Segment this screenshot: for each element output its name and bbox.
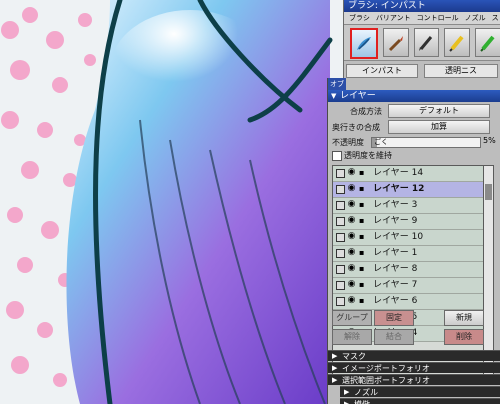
- menu-brush[interactable]: ブラシ: [349, 12, 370, 24]
- section-clone[interactable]: ▶模倣: [340, 398, 500, 404]
- ink-pen-icon[interactable]: [413, 28, 440, 57]
- expand-triangle-icon: ▶: [332, 376, 338, 384]
- layer-select-checkbox[interactable]: [336, 185, 345, 194]
- layer-select-checkbox[interactable]: [336, 249, 345, 258]
- lock-icon[interactable]: ▪: [359, 199, 367, 210]
- layer-name: レイヤー 7: [373, 280, 418, 290]
- layer-name: レイヤー 14: [373, 168, 424, 178]
- variant-left-label[interactable]: インパスト: [346, 64, 418, 78]
- depth-blend-label: 奥行きの合成: [332, 123, 380, 132]
- layer-name: レイヤー 9: [373, 216, 418, 226]
- marker-icon[interactable]: [475, 28, 500, 57]
- menu-control[interactable]: コントロール: [417, 12, 459, 24]
- fix-button[interactable]: 固定: [374, 310, 414, 326]
- objects-tab[interactable]: オブ: [328, 78, 346, 90]
- section-image-portfolio[interactable]: ▶ イメージポートフォリオ: [328, 362, 500, 373]
- scrollbar-thumb[interactable]: [485, 184, 492, 200]
- eye-icon[interactable]: ◉: [346, 199, 357, 210]
- lock-icon[interactable]: ▪: [359, 231, 367, 242]
- layer-select-checkbox[interactable]: [336, 265, 345, 274]
- opacity-slider-text: ごく: [374, 138, 388, 146]
- eye-icon[interactable]: ◉: [346, 263, 357, 274]
- blend-mode-select[interactable]: デフォルト: [388, 104, 490, 118]
- layer-select-checkbox[interactable]: [336, 169, 345, 178]
- layer-row[interactable]: ◉ ▪ レイヤー 14: [333, 166, 483, 182]
- eye-icon[interactable]: ◉: [346, 295, 357, 306]
- lock-icon[interactable]: ▪: [359, 247, 367, 258]
- lock-icon[interactable]: ▪: [359, 215, 367, 226]
- release-button[interactable]: 解除: [332, 329, 372, 345]
- expand-triangle-icon: ▶: [332, 364, 338, 372]
- layers-panel: オブ ▼ レイヤー 合成方法 デフォルト 奥行きの合成 加算 不透明度 ごく 5…: [327, 78, 500, 404]
- layer-name: レイヤー 10: [373, 232, 424, 242]
- brush-tip-icon[interactable]: [382, 28, 409, 57]
- lock-icon[interactable]: ▪: [359, 279, 367, 290]
- opacity-label: 不透明度: [332, 138, 364, 147]
- layer-name: レイヤー 12: [373, 184, 425, 194]
- layer-select-checkbox[interactable]: [336, 201, 345, 210]
- layer-row[interactable]: ◉ ▪ レイヤー 10: [333, 230, 483, 246]
- layer-row[interactable]: ◉ ▪ レイヤー 12: [333, 182, 483, 198]
- opacity-value: 5%: [483, 136, 496, 145]
- pencil-icon[interactable]: [444, 28, 471, 57]
- eye-icon[interactable]: ◉: [346, 231, 357, 242]
- layer-row[interactable]: ◉ ▪ レイヤー 7: [333, 278, 483, 294]
- layer-name: レイヤー 3: [373, 200, 418, 210]
- eye-icon[interactable]: ◉: [346, 247, 357, 258]
- layer-select-checkbox[interactable]: [336, 297, 345, 306]
- section-nozzle[interactable]: ▶ ノズル: [340, 386, 500, 397]
- menu-stroke[interactable]: ストロー: [492, 12, 500, 24]
- eye-icon[interactable]: ◉: [346, 183, 357, 194]
- group-button[interactable]: グループ: [332, 310, 372, 326]
- layer-row[interactable]: ◉ ▪ レイヤー 3: [333, 198, 483, 214]
- lock-icon[interactable]: ▪: [359, 263, 367, 274]
- layer-select-checkbox[interactable]: [336, 281, 345, 290]
- expand-triangle-icon: ▶: [344, 388, 350, 396]
- depth-blend-select[interactable]: 加算: [388, 120, 490, 134]
- brush-variant-bar: インパスト 透明ニス: [344, 60, 500, 79]
- delete-layer-button[interactable]: 削除: [444, 329, 484, 345]
- layer-row[interactable]: ◉ ▪ レイヤー 8: [333, 262, 483, 278]
- layer-select-checkbox[interactable]: [336, 233, 345, 242]
- brush-stroke-icon[interactable]: [350, 28, 378, 59]
- brush-icon-row: [350, 28, 500, 62]
- eye-icon[interactable]: ◉: [346, 279, 357, 290]
- layer-row[interactable]: ◉ ▪ レイヤー 9: [333, 214, 483, 230]
- brush-palette-title[interactable]: ブラシ: インパスト: [344, 0, 500, 12]
- layer-select-checkbox[interactable]: [336, 217, 345, 226]
- preserve-transparency-label: 透明度を維持: [344, 151, 392, 160]
- menu-variant[interactable]: バリアント: [376, 12, 411, 24]
- menu-nozzle[interactable]: ノズル: [465, 12, 486, 24]
- collapse-triangle-icon[interactable]: ▼: [331, 90, 336, 102]
- eye-icon[interactable]: ◉: [346, 167, 357, 178]
- opacity-slider[interactable]: ごく: [371, 137, 481, 148]
- variant-right-label[interactable]: 透明ニス: [424, 64, 498, 78]
- brush-menu-bar: ブラシ バリアント コントロール ノズル ストロー: [344, 12, 500, 25]
- section-mask[interactable]: ▶ マスク: [328, 350, 500, 361]
- eye-icon[interactable]: ◉: [346, 215, 357, 226]
- expand-triangle-icon: ▶: [332, 352, 338, 360]
- lock-icon[interactable]: ▪: [359, 167, 367, 178]
- lock-icon[interactable]: ▪: [359, 295, 367, 306]
- section-selection-portfolio[interactable]: ▶ 選択範囲ポートフォリオ: [328, 374, 500, 385]
- layers-panel-header[interactable]: ▼ レイヤー: [328, 90, 500, 102]
- brush-palette: ブラシ: インパスト ブラシ バリアント コントロール ノズル ストロー インパ…: [343, 0, 500, 79]
- lock-icon[interactable]: ▪: [359, 183, 367, 194]
- preserve-transparency-checkbox[interactable]: [332, 151, 342, 161]
- merge-button[interactable]: 結合: [374, 329, 414, 345]
- layer-name: レイヤー 6: [373, 296, 418, 306]
- layer-name: レイヤー 1: [373, 248, 418, 258]
- layer-row[interactable]: ◉ ▪ レイヤー 1: [333, 246, 483, 262]
- blend-mode-label: 合成方法: [350, 107, 382, 116]
- new-layer-button[interactable]: 新規: [444, 310, 484, 326]
- layers-panel-title: レイヤー: [340, 91, 376, 101]
- expand-triangle-icon: ▶: [344, 400, 350, 404]
- layer-row[interactable]: ◉ ▪ レイヤー 6: [333, 294, 483, 310]
- layer-name: レイヤー 8: [373, 264, 418, 274]
